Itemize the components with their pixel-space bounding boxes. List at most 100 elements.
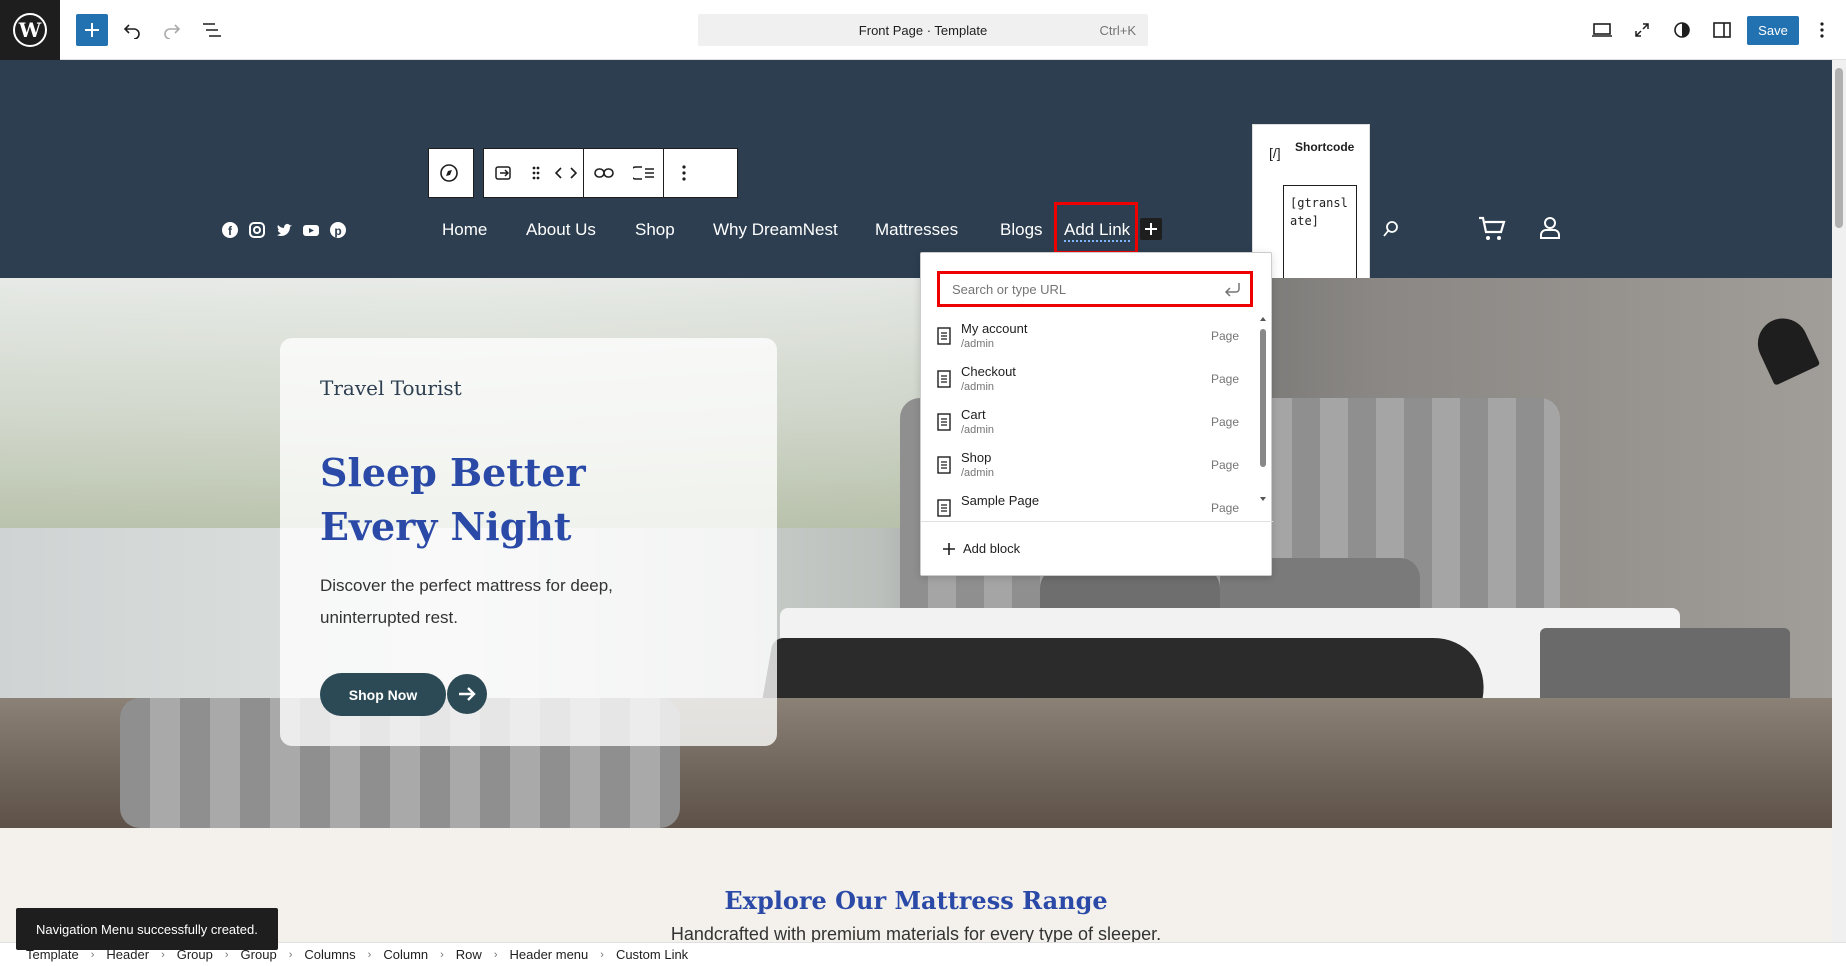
add-nav-item-button[interactable] — [1140, 218, 1162, 240]
block-toolbar — [483, 148, 738, 198]
twitter-icon[interactable] — [274, 220, 294, 240]
canvas-scrollbar[interactable] — [1832, 60, 1846, 942]
options-menu-button[interactable] — [1806, 14, 1838, 46]
shortcode-label: Shortcode — [1295, 140, 1355, 154]
search-button[interactable] — [1382, 220, 1400, 243]
wordpress-logo-button[interactable]: W — [0, 0, 60, 60]
hero-title: Sleep Better Every Night — [320, 450, 586, 549]
save-button[interactable]: Save — [1747, 16, 1799, 45]
cart-icon — [1479, 216, 1506, 240]
search-icon — [1383, 221, 1398, 237]
snackbar-notice[interactable]: Navigation Menu successfully created. — [16, 908, 278, 950]
contrast-icon — [1674, 22, 1690, 38]
youtube-icon[interactable] — [301, 220, 321, 240]
hero-card: Travel Tourist Sleep Better Every Night … — [280, 338, 777, 746]
arrow-right-icon — [459, 687, 476, 701]
redo-button[interactable] — [156, 14, 188, 46]
nav-item-about-us[interactable]: About Us — [526, 220, 596, 240]
preview-device-button[interactable] — [1586, 14, 1618, 46]
plus-icon — [1145, 223, 1157, 235]
suggestion-title: Sample Page — [961, 493, 1040, 508]
suggestion-item[interactable]: Sample Page Page — [937, 489, 1239, 517]
suggestion-path: /admin — [961, 381, 995, 393]
undo-button[interactable] — [116, 14, 148, 46]
chevron-right-icon: › — [90, 948, 95, 961]
shop-now-button[interactable]: Shop Now — [320, 673, 446, 716]
nav-item-mattresses[interactable]: Mattresses — [875, 220, 958, 240]
hero-section: Travel Tourist Sleep Better Every Night … — [0, 278, 1832, 828]
drag-icon — [532, 166, 540, 180]
fullscreen-button[interactable] — [1626, 14, 1658, 46]
page-icon — [937, 456, 951, 479]
suggestion-item[interactable]: Cart /admin Page — [937, 403, 1239, 446]
divider — [921, 521, 1273, 522]
add-submenu-button[interactable] — [624, 149, 664, 197]
nav-item-why-dreamnest[interactable]: Why DreamNest — [713, 220, 838, 240]
suggestion-path: /admin — [961, 467, 995, 479]
more-vertical-icon — [682, 165, 686, 181]
url-search-input[interactable] — [952, 281, 1212, 297]
navigation-block-button[interactable] — [429, 149, 469, 197]
url-search-field[interactable] — [937, 271, 1253, 307]
add-block-button[interactable]: Add block — [943, 541, 1020, 556]
drag-handle[interactable] — [524, 149, 548, 197]
settings-sidebar-button[interactable] — [1706, 14, 1738, 46]
breadcrumb-item[interactable]: Header menu — [509, 947, 588, 962]
plus-icon — [85, 23, 99, 37]
redo-icon — [164, 24, 181, 39]
nav-item-add-link[interactable]: Add Link — [1064, 220, 1131, 242]
nav-item-home[interactable]: Home — [442, 220, 487, 240]
block-options-button[interactable] — [664, 149, 704, 197]
page-icon — [937, 327, 951, 350]
template-title: Front Page · Template — [858, 22, 988, 38]
suggestions-scrollbar-thumb[interactable] — [1260, 329, 1266, 467]
suggestion-type: Page — [1210, 501, 1239, 515]
suggestion-item[interactable]: My account /admin Page — [937, 317, 1239, 360]
move-left-right-button[interactable] — [548, 149, 584, 197]
canvas-scrollbar-thumb[interactable] — [1835, 68, 1843, 228]
undo-icon — [123, 24, 140, 39]
page-icon — [937, 370, 951, 393]
block-type-button[interactable] — [484, 149, 524, 197]
svg-text:W: W — [18, 18, 42, 42]
link-button[interactable] — [584, 149, 624, 197]
instagram-icon[interactable] — [247, 220, 267, 240]
breadcrumb-item[interactable]: Columns — [304, 947, 355, 962]
suggestions-list: My account /admin Page Checkout /admin P… — [921, 317, 1261, 517]
lamp-shape — [1749, 310, 1821, 386]
editor-canvas: f p Home About Us Shop Why DreamNest Mat… — [0, 60, 1832, 942]
chevron-right-icon: › — [161, 948, 165, 961]
styles-button[interactable] — [1666, 14, 1698, 46]
svg-text:p: p — [334, 224, 341, 238]
more-vertical-icon — [1820, 22, 1824, 38]
user-icon — [1540, 217, 1560, 239]
breadcrumb-item[interactable]: Row — [456, 947, 482, 962]
facebook-icon[interactable]: f — [220, 220, 240, 240]
suggestion-path: /admin — [961, 424, 995, 436]
chevron-right-icon: › — [600, 948, 604, 961]
suggestion-title: Checkout — [961, 364, 1016, 379]
shop-now-arrow-button[interactable] — [447, 674, 487, 714]
pinterest-icon[interactable]: p — [328, 220, 348, 240]
page-icon — [937, 499, 951, 517]
account-button[interactable] — [1539, 216, 1561, 245]
nav-item-shop[interactable]: Shop — [635, 220, 675, 240]
suggestion-title: Shop — [961, 450, 992, 465]
compass-icon — [440, 164, 458, 182]
breadcrumb-item[interactable]: Custom Link — [616, 947, 688, 962]
desktop-icon — [1592, 23, 1612, 37]
wordpress-icon: W — [13, 13, 47, 47]
enter-icon[interactable] — [1224, 280, 1242, 301]
document-overview-button[interactable] — [196, 14, 228, 46]
external-icon — [1635, 23, 1649, 37]
cart-button[interactable] — [1478, 216, 1506, 247]
suggestion-item[interactable]: Shop /admin Page — [937, 446, 1239, 489]
nav-item-blogs[interactable]: Blogs — [1000, 220, 1043, 240]
suggestion-title: Cart — [961, 407, 986, 422]
command-palette-bar[interactable]: Front Page · Template Ctrl+K — [698, 14, 1148, 46]
block-inserter-button[interactable] — [76, 14, 108, 46]
keyboard-shortcut: Ctrl+K — [1099, 22, 1136, 38]
breadcrumb-item[interactable]: Column — [383, 947, 428, 962]
chevron-right-icon: › — [367, 948, 372, 961]
suggestion-item[interactable]: Checkout /admin Page — [937, 360, 1239, 403]
